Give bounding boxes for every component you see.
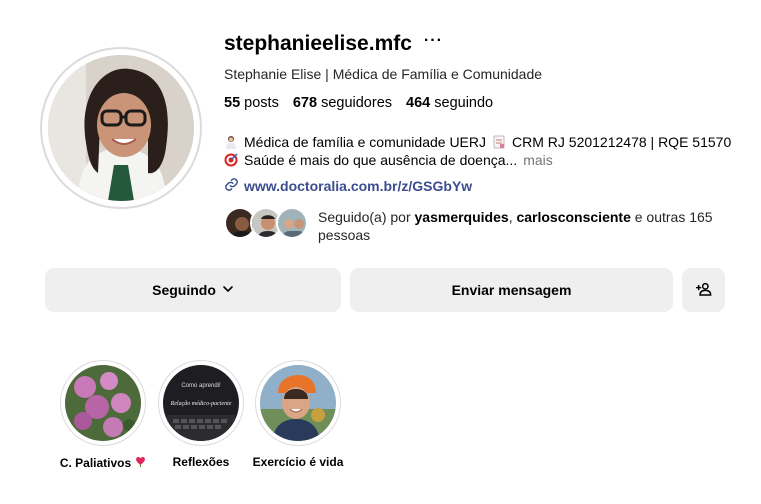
profile-link[interactable]: www.doctoralia.com.br/z/GSGbYw [224,177,472,195]
profile-full-name: Stephanie Elise | Médica de Família e Co… [224,66,543,82]
message-button[interactable]: Enviar mensagem [350,268,673,312]
bio-line1-b: CRM RJ 5201212478 | RQE 51570 [512,134,732,150]
bio-line1-a: Médica de família e comunidade UERJ [244,134,487,150]
follower-avatars [224,207,312,241]
highlight-label: Exercício é vida [252,455,344,469]
profile-link-text[interactable]: www.doctoralia.com.br/z/GSGbYw [244,178,472,194]
highlight-cover-image [65,365,141,441]
highlight-cover-image [260,365,336,441]
follower-username-1[interactable]: yasmerquides [415,209,509,225]
link-icon [224,177,239,195]
doctor-emoji-icon [224,135,238,149]
highlight-cover-image: Como aprendi! Relação médico-paciente [163,365,239,441]
followed-by[interactable]: Seguido(a) por yasmerquides, carlosconsc… [224,207,718,244]
add-user-button[interactable] [682,268,725,312]
followed-by-text: Seguido(a) por yasmerquides, carlosconsc… [318,209,713,243]
more-icon[interactable]: ··· [424,32,443,50]
profile-bio: Médica de família e comunidade UERJ CRM … [224,133,731,169]
add-user-icon [695,281,712,300]
highlight-cover-caption: Como aprendi! [181,383,221,389]
heart-icon [135,455,146,470]
profile-username: stephanieelise.mfc [224,32,412,55]
following-stat[interactable]: 464 seguindo [406,95,493,111]
avatar-image [48,55,194,201]
highlight-label: C. Paliativos [59,455,132,470]
highlight-label: Reflexões [172,455,230,469]
bio-more-link[interactable]: mais [523,151,553,169]
bio-line2: Saúde é mais do que ausência de doença..… [244,152,518,168]
highlight-cover-subcaption: Relação médico-paciente [170,401,232,407]
story-highlight[interactable]: Como aprendi! Relação médico-paciente Re… [158,360,244,469]
followers-stat[interactable]: 678 seguidores [293,95,392,111]
chevron-down-icon [222,282,234,298]
message-button-label: Enviar mensagem [451,282,572,298]
document-emoji-icon [492,135,506,149]
profile-stats: 55 posts 678 seguidores 464 seguindo [224,95,493,111]
follower-avatar [276,207,308,239]
following-button-label: Seguindo [152,282,216,298]
story-highlight[interactable]: Exercício é vida [252,360,344,469]
following-button[interactable]: Seguindo [45,268,341,312]
follower-username-2[interactable]: carlosconsciente [516,209,630,225]
posts-stat: 55 posts [224,95,279,111]
story-highlight[interactable]: C. Paliativos [60,360,146,470]
target-emoji-icon [224,153,238,167]
profile-avatar[interactable] [40,47,202,209]
